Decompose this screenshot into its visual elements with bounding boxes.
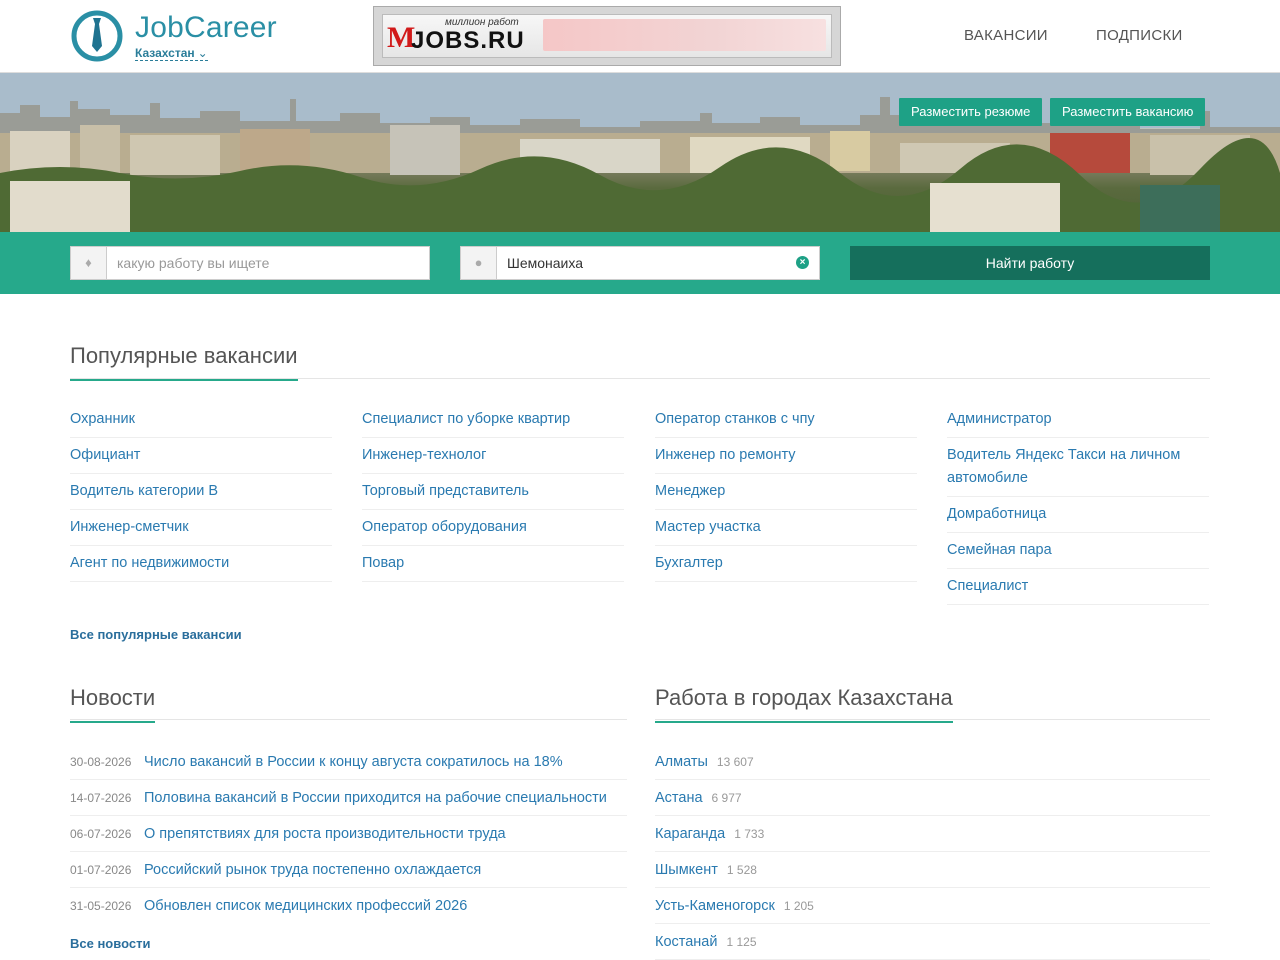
- news-item: 14-07-2026 Половина вакансий в России при…: [70, 780, 627, 816]
- city-count: 1 733: [734, 827, 765, 841]
- location-field[interactable]: ● ×: [460, 246, 820, 280]
- vacancy-link[interactable]: Оператор станков с чпу: [655, 402, 917, 438]
- search-band: ♦ ● × Найти работу: [0, 232, 1280, 294]
- tag-icon: ♦: [71, 247, 107, 279]
- news-list: 30-08-2026 Число вакансий в России к конц…: [70, 744, 627, 924]
- ad-banner-inner: M JOBS.RU миллион работ: [382, 14, 832, 58]
- news-link[interactable]: Обновлен список медицинских профессий 20…: [144, 898, 467, 914]
- nav-subscriptions[interactable]: ПОДПИСКИ: [1096, 27, 1183, 44]
- vacancy-link[interactable]: Администратор: [947, 402, 1209, 438]
- news-link[interactable]: Российский рынок труда постепенно охлажд…: [144, 862, 481, 878]
- news-date: 31-05-2026: [70, 899, 132, 913]
- vacancy-link[interactable]: Домработница: [947, 497, 1209, 533]
- hero-cityscape: Разместить резюме Разместить вакансию: [0, 73, 1280, 233]
- news-link[interactable]: Половина вакансий в России приходится на…: [144, 790, 607, 806]
- news-date: 01-07-2026: [70, 863, 132, 877]
- vacancy-link[interactable]: Агент по недвижимости: [70, 546, 332, 582]
- popular-column-4: Администратор Водитель Яндекс Такси на л…: [947, 402, 1209, 605]
- news-date: 30-08-2026: [70, 755, 132, 769]
- clear-icon[interactable]: ×: [796, 256, 809, 269]
- cityscape-illustration: [0, 73, 1280, 233]
- city-item: Костанай 1 125: [655, 924, 1210, 960]
- map-pin-icon: ●: [461, 247, 497, 279]
- nav-vacancies[interactable]: ВАКАНСИИ: [964, 27, 1048, 44]
- cities-title: Работа в городах Казахстана: [655, 685, 953, 723]
- news-date: 14-07-2026: [70, 791, 132, 805]
- tie-logo-icon[interactable]: [70, 10, 126, 62]
- news-link[interactable]: Число вакансий в России к концу августа …: [144, 754, 563, 770]
- city-count: 1 125: [726, 935, 757, 949]
- query-input[interactable]: [117, 247, 417, 279]
- vacancy-link[interactable]: Менеджер: [655, 474, 917, 510]
- city-item: Усть-Каменогорск 1 205: [655, 888, 1210, 924]
- ad-banner[interactable]: M JOBS.RU миллион работ: [373, 6, 841, 66]
- city-count: 6 977: [711, 791, 742, 805]
- popular-title: Популярные вакансии: [70, 343, 298, 381]
- brand-name[interactable]: JobCareer: [135, 11, 277, 45]
- vacancy-link[interactable]: Водитель Яндекс Такси на личном автомоби…: [947, 438, 1209, 497]
- location-input[interactable]: [507, 247, 777, 279]
- city-item: Алматы 13 607: [655, 744, 1210, 780]
- vacancy-link[interactable]: Охранник: [70, 402, 332, 438]
- cities-list: Алматы 13 607 Астана 6 977 Караганда 1 733 …: [655, 744, 1210, 960]
- news-date: 06-07-2026: [70, 827, 132, 841]
- city-count: 13 607: [716, 755, 754, 769]
- news-item: 30-08-2026 Число вакансий в России к конц…: [70, 744, 627, 780]
- vacancy-link[interactable]: Оператор оборудования: [362, 510, 624, 546]
- city-link[interactable]: Астана: [655, 790, 703, 806]
- city-count: 1 205: [783, 899, 814, 913]
- region-label: Казахстан: [135, 46, 195, 60]
- all-news-link[interactable]: Все новости: [70, 936, 150, 951]
- vacancy-link[interactable]: Семейная пара: [947, 533, 1209, 569]
- query-field[interactable]: ♦: [70, 246, 430, 280]
- post-resume-button[interactable]: Разместить резюме: [899, 98, 1043, 126]
- city-link[interactable]: Усть-Каменогорск: [655, 898, 775, 914]
- popular-column-1: Охранник Официант Водитель категории В И…: [70, 402, 332, 582]
- vacancy-link[interactable]: Инженер-технолог: [362, 438, 624, 474]
- city-count: 1 528: [726, 863, 757, 877]
- news-title: Новости: [70, 685, 156, 723]
- city-link[interactable]: Шымкент: [655, 862, 718, 878]
- popular-column-2: Специалист по уборке квартир Инженер-тех…: [362, 402, 624, 582]
- city-item: Караганда 1 733: [655, 816, 1210, 852]
- city-link[interactable]: Алматы: [655, 754, 708, 770]
- city-link[interactable]: Караганда: [655, 826, 725, 842]
- city-item: Астана 6 977: [655, 780, 1210, 816]
- chevron-down-icon: ⌄: [197, 46, 208, 60]
- vacancy-link[interactable]: Официант: [70, 438, 332, 474]
- news-item: 06-07-2026 О препятствиях для роста произ…: [70, 816, 627, 852]
- news-link[interactable]: О препятствиях для роста производительно…: [144, 826, 506, 842]
- vacancy-link[interactable]: Специалист: [947, 569, 1209, 605]
- site-header: JobCareer Казахстан ⌄ M JOBS.RU миллион р…: [0, 0, 1280, 73]
- region-selector[interactable]: Казахстан ⌄: [135, 46, 208, 61]
- city-item: Шымкент 1 528: [655, 852, 1210, 888]
- banner-image: [543, 19, 826, 51]
- vacancy-link[interactable]: Повар: [362, 546, 624, 582]
- vacancy-link[interactable]: Инженер-сметчик: [70, 510, 332, 546]
- city-link[interactable]: Костанай: [655, 934, 717, 950]
- vacancy-link[interactable]: Бухгалтер: [655, 546, 917, 582]
- find-job-button[interactable]: Найти работу: [850, 246, 1210, 280]
- news-item: 31-05-2026 Обновлен список медицинских пр…: [70, 888, 627, 924]
- banner-logo-jobs: JOBS.RU: [411, 27, 525, 54]
- vacancy-link[interactable]: Мастер участка: [655, 510, 917, 546]
- banner-tagline: миллион работ: [445, 17, 519, 28]
- news-item: 01-07-2026 Российский рынок труда постепе…: [70, 852, 627, 888]
- vacancy-link[interactable]: Торговый представитель: [362, 474, 624, 510]
- vacancy-link[interactable]: Инженер по ремонту: [655, 438, 917, 474]
- all-popular-link[interactable]: Все популярные вакансии: [70, 627, 242, 642]
- vacancy-link[interactable]: Специалист по уборке квартир: [362, 402, 624, 438]
- vacancy-link[interactable]: Водитель категории В: [70, 474, 332, 510]
- post-vacancy-button[interactable]: Разместить вакансию: [1050, 98, 1206, 126]
- popular-column-3: Оператор станков с чпу Инженер по ремонт…: [655, 402, 917, 582]
